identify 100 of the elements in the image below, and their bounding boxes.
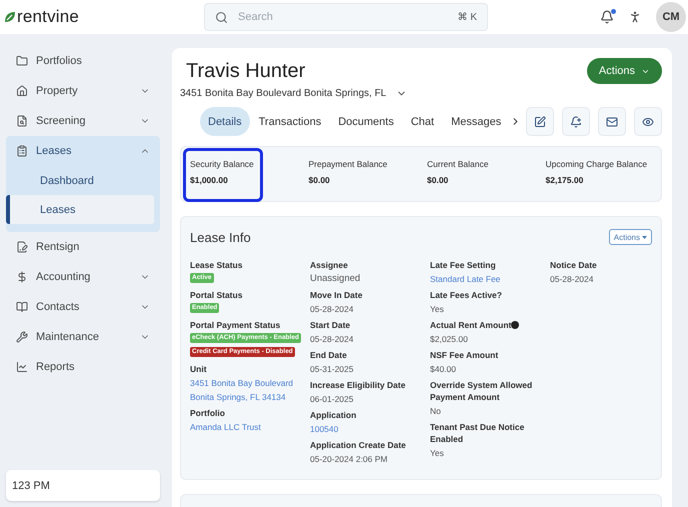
field-value: 05-28-2024 [550,273,594,285]
field-label: Late Fees Active? [430,289,502,301]
nav-icon [16,115,28,127]
sidebar-item[interactable]: Leases [6,136,160,166]
notification-icon[interactable] [600,10,614,24]
field-label: Portfolio [190,407,225,419]
person-icon[interactable] [628,10,642,24]
search-input[interactable]: Search [236,10,450,24]
shortcut-hint: ⌘ K [458,11,477,23]
field-label: Portal Status [190,289,242,301]
eye-button[interactable] [634,107,662,136]
sidebar-label: Accounting [36,271,90,283]
edit-button[interactable] [526,107,554,136]
nav-icon [16,145,28,157]
logo-text: rentvine [17,7,80,27]
sidebar-item[interactable]: Contacts [6,292,160,322]
field-label: Tenant Past Due Notice Enabled [430,421,526,445]
field-value: $40.00 [430,363,457,375]
bell-plus-button[interactable] [562,107,590,136]
field-value: $2,025.00 [430,333,469,345]
sidebar-item[interactable]: Maintenance [6,322,160,352]
actions-button[interactable]: Actions [586,58,662,84]
field-label: Override System Allowed Payment Amount [430,379,534,403]
section-title: Lease Info [190,230,251,244]
sidebar-subitem[interactable]: Dashboard [6,166,154,195]
sidebar-label: Screening [36,115,86,127]
leaf-logo-icon [4,11,16,23]
nav-icon [16,331,28,343]
balance-label: Security Balance [190,159,255,169]
tab[interactable]: Transactions [250,107,330,136]
search-field[interactable]: Search ⌘ K [204,3,488,31]
edit-icon [534,116,546,128]
user-avatar[interactable]: CM [656,2,686,32]
tab[interactable]: Documents [330,107,402,136]
field-value: Yes [430,447,445,459]
sidebar-label: Rentsign [36,241,80,253]
field-value: 06-01-2025 [310,393,354,405]
field-label: Notice Date [550,259,597,271]
sidebar-subitem[interactable]: Leases [6,195,154,224]
tab[interactable]: Messages [443,107,510,136]
sidebar-item[interactable]: Rentsign [6,232,160,262]
field-value: Yes [430,303,445,315]
sidebar-label: Property [36,85,78,97]
tab[interactable]: Details [200,107,250,136]
field-label: Actual Rent Amount [430,319,512,331]
sidebar-item[interactable]: Accounting [6,262,160,292]
field-label: Late Fee Setting [430,259,496,271]
nav-icon [16,241,28,253]
field-link[interactable]: Standard Late Fee [430,273,550,285]
field-link[interactable]: Bonita Springs, FL 34134 [190,391,310,403]
tenant-name: Travis Hunter [185,60,306,82]
info-icon[interactable] [511,321,520,329]
field-label: NSF Fee Amount [430,349,498,361]
bell-plus-icon [570,116,582,128]
field-label: Lease Status [190,259,242,271]
balance-value: $1,000.00 [190,175,229,185]
balance-label: Upcoming Charge Balance [546,159,648,169]
actions-button[interactable]: Actions [608,229,652,245]
field-value: 05-28-2024 [310,333,354,345]
balance-label: Prepayment Balance [308,159,388,169]
field-label: Application Create Date [310,439,406,451]
field-value: 05-20-2024 2:06 PM [310,453,388,465]
sidebar-label: Maintenance [36,331,99,343]
nav-icon [16,85,28,97]
field-label: Unit [190,363,207,375]
field-label: Assignee [310,259,348,271]
balance-value: $2,175.00 [546,175,584,185]
nav-icon [16,361,28,373]
field-link[interactable]: 3451 Bonita Bay Boulevard [190,377,310,389]
search-icon [215,10,228,24]
field-value: 05-31-2025 [310,363,354,375]
sidebar-item[interactable]: Property [6,76,160,106]
field-value: No [430,405,442,417]
caret-icon [642,236,647,238]
nav-icon [16,55,28,67]
mail-button[interactable] [598,107,626,136]
nav-icon [16,301,28,313]
footer-text: 123 PM [6,470,160,501]
field-value: Unassigned [310,273,362,285]
field-link[interactable]: 100540 [310,423,430,435]
nav-icon [16,271,28,283]
balance-label: Current Balance [427,159,490,169]
sidebar-item[interactable]: Reports [6,352,160,382]
address-text: 3451 Bonita Bay Boulevard Bonita Springs, FL [180,88,386,99]
field-link[interactable]: Amanda LLC Trust [190,421,310,433]
sidebar-label: Contacts [36,301,80,313]
field-label: Portal Payment Status [190,319,280,331]
field-label: Start Date [310,319,350,331]
balance-value: $0.00 [427,175,450,185]
tab[interactable]: Chat [402,107,442,136]
eye-icon [642,116,654,128]
sidebar-label: Portfolios [36,55,82,67]
field-label: Move In Date [310,289,362,301]
sidebar-item[interactable]: Screening [6,106,160,136]
sidebar-item[interactable]: Portfolios [6,46,160,76]
sidebar-label: Leases [36,145,72,157]
mail-icon [606,116,618,128]
balance-value: $0.00 [308,175,331,185]
field-label: Application [310,409,356,421]
sidebar-label: Reports [36,361,75,373]
